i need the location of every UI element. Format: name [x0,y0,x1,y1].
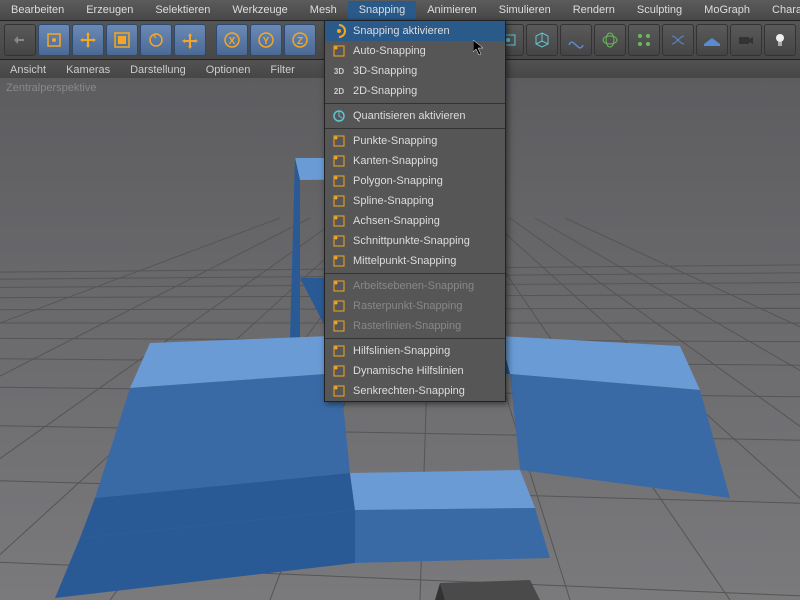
menuitem-senkrechten-snapping[interactable]: Senkrechten-Snapping [325,381,505,401]
menuitem-quantisieren-aktivieren[interactable]: Quantisieren aktivieren [325,106,505,126]
menuitem-rasterpunkt-snapping: Rasterpunkt-Snapping [325,296,505,316]
edge-icon [331,153,347,169]
point-icon [331,133,347,149]
menu-animieren[interactable]: Animieren [416,1,488,19]
menuitem-rasterlinien-snapping: Rasterlinien-Snapping [325,316,505,336]
snapping-menu: Snapping aktivieren Auto-Snapping 3D 3D-Sna… [324,20,506,402]
menuitem-spline-snapping[interactable]: Spline-Snapping [325,191,505,211]
auto-icon [331,43,347,59]
menuitem-label: Mittelpunkt-Snapping [353,255,456,267]
viewmenu-optionen[interactable]: Optionen [196,61,261,79]
menu-mograph[interactable]: MoGraph [693,1,761,19]
scale-button[interactable] [106,24,138,56]
3d-icon: 3D [331,63,347,79]
polygon-icon [331,173,347,189]
menu-sculpting[interactable]: Sculpting [626,1,693,19]
axis-icon [331,213,347,229]
menuitem-snapping-aktivieren[interactable]: Snapping aktivieren [325,21,505,41]
floor-button[interactable] [696,24,728,56]
menuitem-arbeitsebenen-snapping: Arbeitsebenen-Snapping [325,276,505,296]
menuitem-label: Senkrechten-Snapping [353,385,465,397]
viewmenu-filter[interactable]: Filter [260,61,304,79]
viewmenu-ansicht[interactable]: Ansicht [0,61,56,79]
menuitem-label: Hilfslinien-Snapping [353,345,450,357]
camera-button[interactable] [730,24,762,56]
z-axis-button[interactable]: Z [284,24,316,56]
nurbs-button[interactable] [594,24,626,56]
menuitem--d-snapping[interactable]: 2D 2D-Snapping [325,81,505,101]
deformer-button[interactable] [662,24,694,56]
midpoint-icon [331,253,347,269]
quantize-icon [331,108,347,124]
intersect-icon [331,233,347,249]
menu-bearbeiten[interactable]: Bearbeiten [0,1,75,19]
menuitem-label: Polygon-Snapping [353,175,443,187]
array-button[interactable] [628,24,660,56]
menubar: BearbeitenErzeugenSelektierenWerkzeugeMe… [0,0,800,21]
menu-simulieren[interactable]: Simulieren [488,1,562,19]
viewmenu-darstellung[interactable]: Darstellung [120,61,196,79]
menuitem-label: Arbeitsebenen-Snapping [353,280,474,292]
menuitem-punkte-snapping[interactable]: Punkte-Snapping [325,131,505,151]
menuitem-label: Dynamische Hilfslinien [353,365,464,377]
y-axis-button[interactable]: Y [250,24,282,56]
menuitem-achsen-snapping[interactable]: Achsen-Snapping [325,211,505,231]
x-axis-button[interactable]: X [216,24,248,56]
cube-button[interactable] [526,24,558,56]
menuitem-label: Rasterlinien-Snapping [353,320,461,332]
gridline-icon [331,318,347,334]
undo-button[interactable] [4,24,36,56]
menuitem-auto-snapping[interactable]: Auto-Snapping [325,41,505,61]
svg-text:Z: Z [297,36,303,47]
live-select-button[interactable] [38,24,70,56]
menuitem-label: Auto-Snapping [353,45,426,57]
menu-selektieren[interactable]: Selektieren [144,1,221,19]
menuitem-label: Rasterpunkt-Snapping [353,300,462,312]
menuitem-label: Spline-Snapping [353,195,434,207]
view-label: Zentralperspektive [6,82,97,94]
spline-button[interactable] [560,24,592,56]
menuitem-label: Kanten-Snapping [353,155,438,167]
rotate-button[interactable] [140,24,172,56]
perp-icon [331,383,347,399]
spline-icon [331,193,347,209]
gridpoint-icon [331,298,347,314]
menu-charakter[interactable]: Charakter [761,1,800,19]
menuitem-mittelpunkt-snapping[interactable]: Mittelpunkt-Snapping [325,251,505,271]
menuitem-dynamische-hilfslinien[interactable]: Dynamische Hilfslinien [325,361,505,381]
menuitem--d-snapping[interactable]: 3D 3D-Snapping [325,61,505,81]
menuitem-label: Achsen-Snapping [353,215,440,227]
svg-text:Y: Y [263,36,270,47]
menuitem-kanten-snapping[interactable]: Kanten-Snapping [325,151,505,171]
svg-text:X: X [229,36,236,47]
viewmenu-kameras[interactable]: Kameras [56,61,120,79]
menuitem-schnittpunkte-snapping[interactable]: Schnittpunkte-Snapping [325,231,505,251]
workplane-icon [331,278,347,294]
menu-mesh[interactable]: Mesh [299,1,348,19]
menuitem-label: Punkte-Snapping [353,135,437,147]
menuitem-label: Snapping aktivieren [353,25,450,37]
move-button[interactable] [72,24,104,56]
menuitem-polygon-snapping[interactable]: Polygon-Snapping [325,171,505,191]
2d-icon: 2D [331,83,347,99]
menuitem-label: Quantisieren aktivieren [353,110,466,122]
menu-snapping[interactable]: Snapping [348,1,417,19]
menu-erzeugen[interactable]: Erzeugen [75,1,144,19]
menuitem-label: 3D-Snapping [353,65,417,77]
menuitem-label: 2D-Snapping [353,85,417,97]
lasttool-button[interactable] [174,24,206,56]
guide-icon [331,343,347,359]
menuitem-hilfslinien-snapping[interactable]: Hilfslinien-Snapping [325,341,505,361]
menu-werkzeuge[interactable]: Werkzeuge [221,1,298,19]
dynguide-icon [331,363,347,379]
light-button[interactable] [764,24,796,56]
menu-rendern[interactable]: Rendern [562,1,626,19]
menuitem-label: Schnittpunkte-Snapping [353,235,470,247]
snap-icon [331,23,347,39]
